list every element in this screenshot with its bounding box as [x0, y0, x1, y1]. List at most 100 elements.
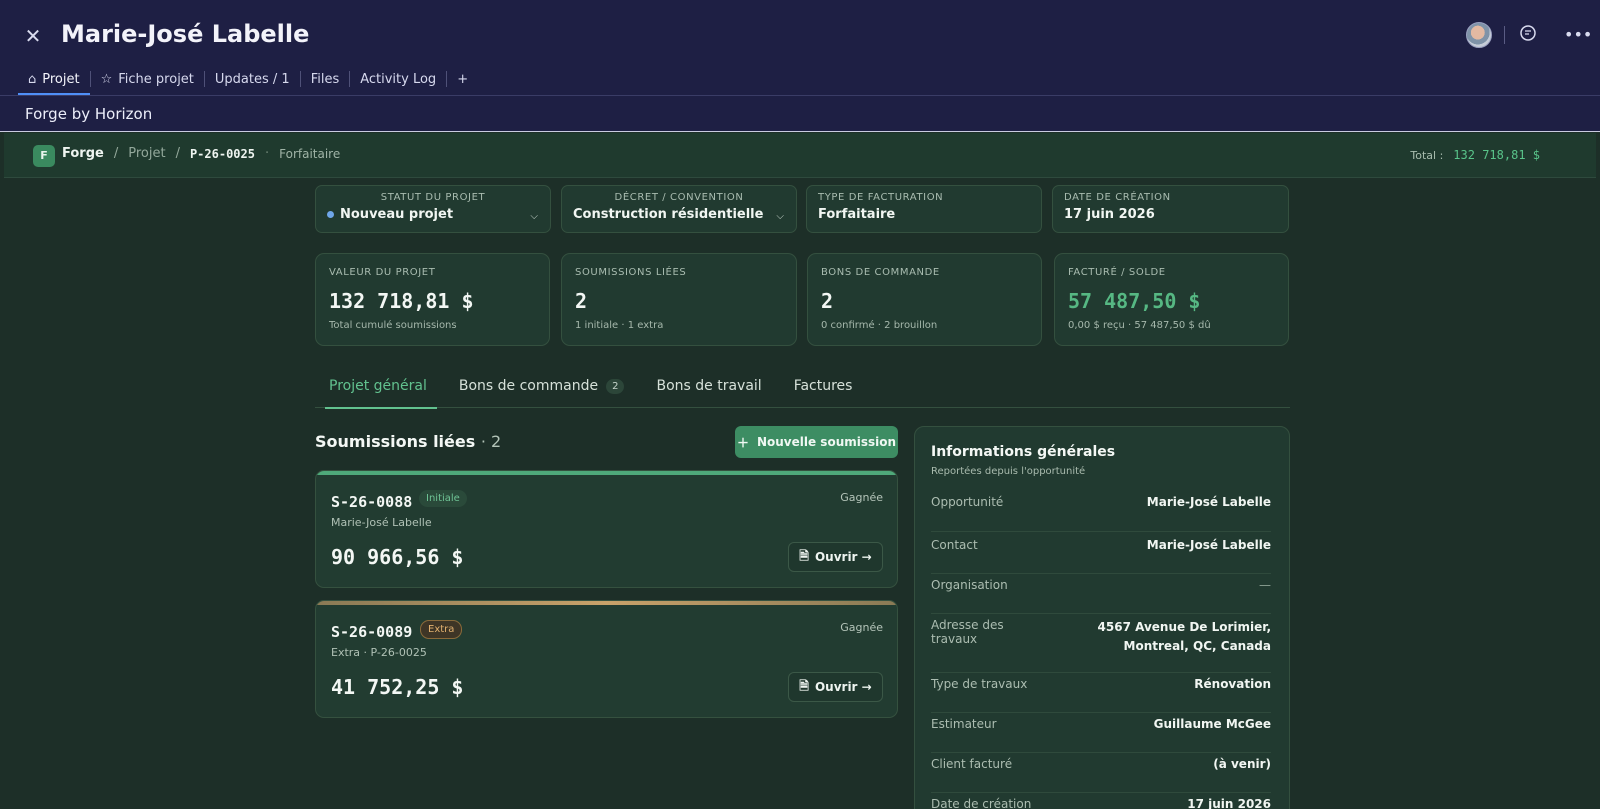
document-icon: 🗎 — [799, 548, 809, 563]
item-header: ✕ Marie-José Labelle ••• ⌂ Projet ☆ Fich… — [0, 0, 1600, 96]
chevron-down-icon: ⌵ — [776, 211, 784, 222]
tab-fiche-projet[interactable]: ☆ Fiche projet — [91, 64, 204, 94]
document-icon: 🗎 — [799, 678, 809, 693]
info-key: Organisation — [931, 578, 1008, 592]
stat-billed-balance: FACTURÉ / SOLDE 57 487,50 $ 0,00 $ reçu … — [1054, 253, 1289, 346]
tab-bons-de-commande[interactable]: Bons de commande 2 — [441, 370, 639, 408]
submission-status: Gagnée — [840, 621, 883, 634]
open-submission-button[interactable]: 🗎 Ouvrir → — [788, 672, 883, 702]
status-value: Nouveau projet — [340, 207, 454, 222]
tab-files[interactable]: Files — [301, 64, 350, 94]
stat-purchase-orders: BONS DE COMMANDE 2 0 confirmé · 2 brouil… — [807, 253, 1042, 346]
tab-label: Projet — [42, 71, 80, 87]
add-tab-button[interactable]: + — [447, 64, 478, 94]
close-icon[interactable]: ✕ — [22, 25, 44, 47]
page-title: Marie-José Labelle — [61, 20, 310, 48]
breadcrumb: F Forge / Projet / P-26-0025 · Forfaitai… — [4, 133, 1596, 178]
info-key: Contact — [931, 538, 978, 552]
tab-updates[interactable]: Updates / 1 — [205, 64, 300, 94]
avatar[interactable] — [1466, 22, 1492, 48]
breadcrumb-section[interactable]: Projet — [128, 146, 165, 161]
stat-value: 132 718,81 $ — [329, 289, 474, 313]
more-options-icon[interactable]: ••• — [1564, 24, 1592, 46]
project-tabs: Projet général Bons de commande 2 Bons d… — [315, 370, 1290, 409]
field-value: Nouveau projet — [327, 207, 539, 222]
info-value: Rénovation — [1194, 677, 1271, 691]
tab-activity-log[interactable]: Activity Log — [350, 64, 446, 94]
divider — [1504, 26, 1505, 44]
submission-tag: Extra — [420, 620, 463, 639]
card-accent — [316, 471, 897, 475]
tab-bons-de-travail[interactable]: Bons de travail — [638, 370, 775, 408]
stat-label: VALEUR DU PROJET — [329, 267, 436, 278]
tab-factures[interactable]: Factures — [776, 370, 867, 408]
info-value: Guillaume McGee — [1153, 717, 1271, 731]
submission-card: S-26-0088 Initiale Gagnée Marie-José Lab… — [315, 470, 898, 588]
panel-title: Informations générales — [931, 444, 1116, 460]
button-label: Nouvelle soumission — [756, 435, 897, 449]
decree-dropdown[interactable]: DÉCRET / CONVENTION Construction résiden… — [561, 185, 797, 233]
info-value: Marie-José Labelle — [1146, 495, 1271, 509]
tab-label: Factures — [793, 378, 853, 394]
plus-icon: + — [457, 71, 469, 87]
stat-sub: Total cumulé soumissions — [329, 320, 457, 331]
info-row: Contact Marie-José Labelle — [931, 532, 1271, 574]
breadcrumb-dot: · — [264, 146, 270, 161]
breadcrumb-app[interactable]: Forge — [62, 146, 104, 161]
stat-sub: 1 initiale · 1 extra — [575, 320, 664, 331]
breadcrumb-trail: Forge / Projet / P-26-0025 · Forfaitaire — [62, 146, 340, 161]
stat-sub: 0 confirmé · 2 brouillon — [821, 320, 938, 331]
info-key: Adresse des travaux — [931, 618, 1004, 646]
info-row: Date de création 17 juin 2026 — [931, 793, 1271, 809]
chat-icon[interactable] — [1517, 24, 1539, 46]
tab-label: Files — [310, 71, 340, 87]
panel-subtitle: Reportées depuis l'opportunité — [931, 466, 1086, 477]
plus-icon: ＋ — [736, 435, 749, 450]
submission-status: Gagnée — [840, 491, 883, 504]
stat-value: 2 — [821, 289, 834, 313]
open-submission-button[interactable]: 🗎 Ouvrir → — [788, 542, 883, 572]
submission-card: S-26-0089 Extra Gagnée Extra · P-26-0025… — [315, 600, 898, 718]
workspace-bar: Forge by Horizon — [0, 96, 1600, 132]
field-label: STATUT DU PROJET — [380, 192, 486, 203]
info-row: Type de travaux Rénovation — [931, 673, 1271, 713]
chevron-down-icon: ⌵ — [530, 211, 538, 222]
info-key: Opportunité — [931, 495, 1004, 509]
stat-sub: 0,00 $ reçu · 57 487,50 $ dû — [1068, 320, 1211, 331]
tab-projet-general[interactable]: Projet général — [315, 370, 441, 409]
submission-tag: Initiale — [419, 490, 467, 507]
section-count: · 2 — [480, 432, 502, 451]
submission-amount: 41 752,25 $ — [331, 675, 464, 699]
breadcrumb-billing-type: Forfaitaire — [279, 146, 341, 161]
submission-client: Marie-José Labelle — [331, 516, 432, 529]
section-title-text: Soumissions liées — [315, 432, 476, 451]
stat-submissions: SOUMISSIONS LIÉES 2 1 initiale · 1 extra — [561, 253, 797, 346]
decree-value: Construction résidentielle — [573, 207, 764, 222]
item-tabs: ⌂ Projet ☆ Fiche projet Updates / 1 File… — [18, 64, 478, 95]
tab-label: Projet général — [329, 378, 427, 394]
home-icon: ⌂ — [28, 71, 37, 87]
card-accent — [316, 601, 897, 605]
info-row: Organisation — — [931, 574, 1271, 614]
info-value: 17 juin 2026 — [1187, 797, 1271, 809]
button-label: Ouvrir → — [814, 680, 872, 694]
submission-amount: 90 966,56 $ — [331, 545, 464, 569]
submission-code: S-26-0088 — [331, 493, 413, 511]
info-value: — — [1259, 578, 1271, 592]
status-dropdown[interactable]: STATUT DU PROJET Nouveau projet ⌵ — [315, 185, 551, 233]
info-value: (à venir) — [1213, 757, 1271, 771]
star-icon: ☆ — [100, 71, 113, 87]
billing-type-field: TYPE DE FACTURATION Forfaitaire — [806, 185, 1042, 233]
field-label: DÉCRET / CONVENTION — [614, 192, 744, 203]
general-info-panel: Informations générales Reportées depuis … — [914, 426, 1290, 809]
breadcrumb-project-code: P-26-0025 — [189, 146, 255, 161]
field-label: TYPE DE FACTURATION — [818, 192, 944, 203]
status-dot — [327, 211, 334, 218]
tab-projet[interactable]: ⌂ Projet — [18, 64, 90, 95]
info-value: Marie-José Labelle — [1146, 538, 1271, 552]
new-submission-button[interactable]: ＋ Nouvelle soumission — [735, 426, 898, 458]
info-key: Type de travaux — [931, 677, 1028, 691]
stat-label: BONS DE COMMANDE — [821, 267, 940, 278]
total-value: 132 718,81 $ — [1453, 148, 1540, 162]
field-label: DATE DE CRÉATION — [1064, 192, 1171, 203]
